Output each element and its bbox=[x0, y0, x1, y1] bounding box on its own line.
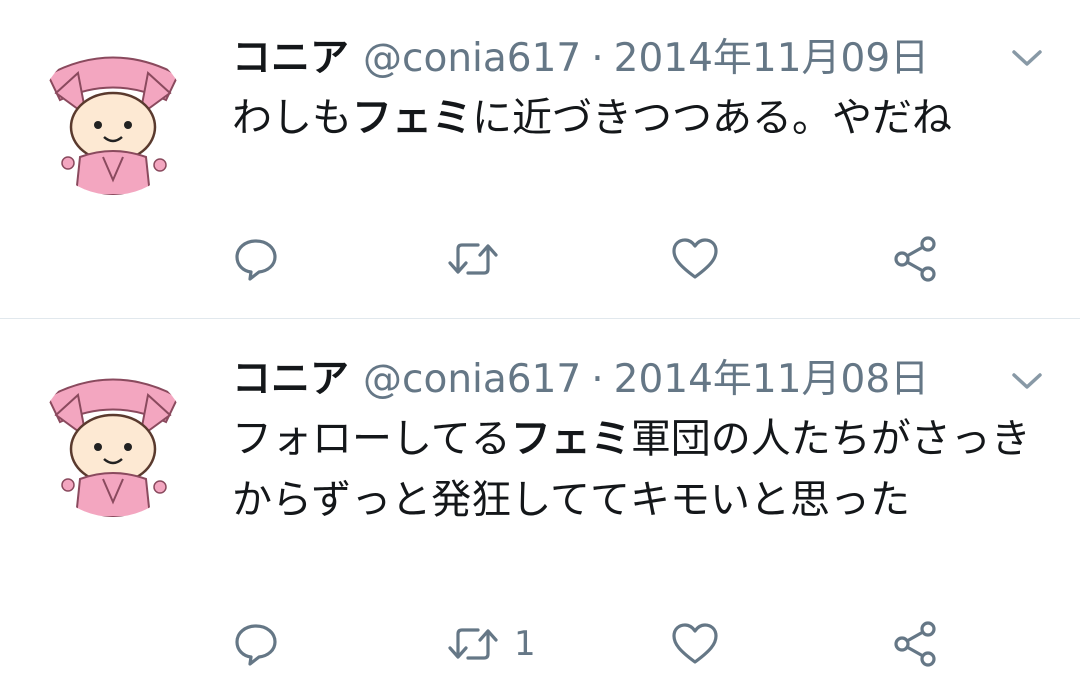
tweet-text-part-bold: フェミ bbox=[352, 95, 472, 141]
chevron-down-icon[interactable] bbox=[1010, 369, 1044, 393]
like-button[interactable] bbox=[670, 234, 720, 284]
tweet-text-part: わしも bbox=[232, 95, 352, 141]
tweet-actions: 1 bbox=[232, 619, 992, 669]
tweet-actions bbox=[232, 234, 992, 284]
chevron-down-icon[interactable] bbox=[1010, 46, 1044, 70]
tweet-date[interactable]: 2014年11月09日 bbox=[614, 36, 930, 81]
reply-button[interactable] bbox=[232, 234, 280, 284]
heart-icon bbox=[672, 623, 718, 664]
reply-button[interactable] bbox=[232, 619, 280, 669]
separator-dot: · bbox=[591, 36, 604, 81]
retweet-button[interactable] bbox=[446, 234, 514, 284]
tweet-text: フォローしてるフェミ軍団の人たちがさっきからずっと発狂しててキモいと思った bbox=[232, 409, 1052, 531]
tweet-header: コニア @conia617 · 2014年11月08日 bbox=[232, 355, 929, 405]
retweet-count: 1 bbox=[514, 624, 536, 664]
like-button[interactable] bbox=[670, 619, 720, 669]
user-handle[interactable]: @conia617 bbox=[363, 357, 581, 402]
tweet-text: わしもフェミに近づきつつある。やだね bbox=[232, 88, 1052, 149]
share-icon bbox=[894, 621, 936, 667]
cat-character-avatar-image bbox=[38, 45, 188, 195]
display-name[interactable]: コニア bbox=[232, 357, 349, 402]
reply-icon bbox=[235, 624, 277, 666]
separator-dot: · bbox=[591, 357, 604, 402]
tweet[interactable]: コニア @conia617 · 2014年11月09日 わしもフェミに近づきつつある。… bbox=[0, 0, 1080, 318]
tweet[interactable]: コニア @conia617 · 2014年11月08日 フォローしてるフェミ軍団の人た… bbox=[0, 319, 1080, 692]
tweet-text-part: に近づきつつある。やだね bbox=[472, 95, 952, 141]
tweet-header: コニア @conia617 · 2014年11月09日 bbox=[232, 34, 929, 84]
display-name[interactable]: コニア bbox=[232, 36, 349, 81]
tweet-text-part-bold: フェミ bbox=[510, 416, 631, 462]
retweet-button[interactable]: 1 bbox=[446, 619, 536, 669]
share-button[interactable] bbox=[890, 619, 940, 669]
tweet-text-part: フォローしてる bbox=[232, 416, 511, 462]
avatar[interactable] bbox=[38, 367, 188, 517]
share-button[interactable] bbox=[890, 234, 940, 284]
heart-icon bbox=[672, 238, 718, 279]
cat-character-avatar-image bbox=[38, 367, 188, 517]
retweet-icon bbox=[448, 243, 498, 275]
reply-icon bbox=[235, 239, 277, 281]
user-handle[interactable]: @conia617 bbox=[363, 36, 581, 81]
retweet-icon bbox=[448, 628, 498, 660]
avatar[interactable] bbox=[38, 45, 188, 195]
tweet-date[interactable]: 2014年11月08日 bbox=[614, 357, 930, 402]
share-icon bbox=[894, 236, 936, 282]
